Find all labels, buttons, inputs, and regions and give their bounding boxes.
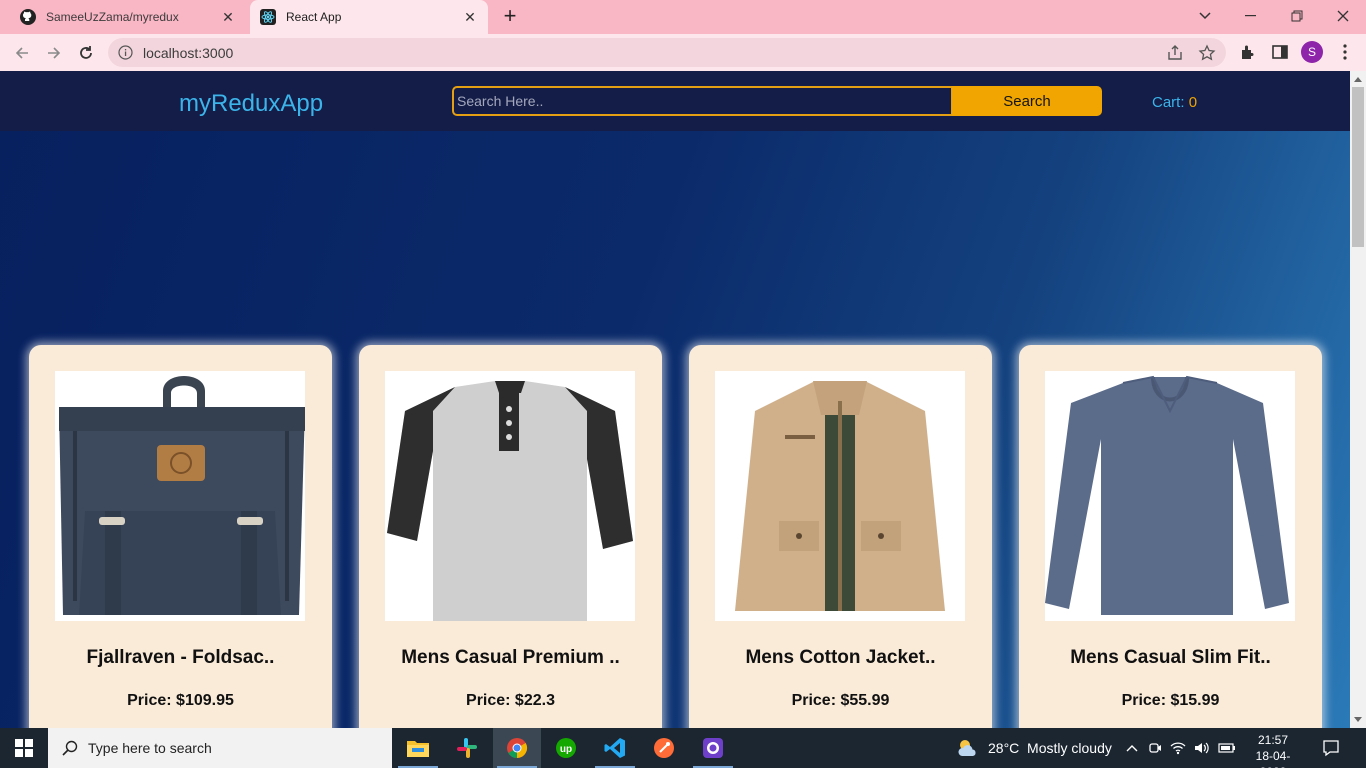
svg-text:up: up [560, 744, 572, 755]
slack-icon[interactable] [443, 728, 491, 768]
profile-avatar[interactable]: S [1301, 41, 1323, 63]
product-image-backpack[interactable] [55, 371, 305, 621]
tab-search-icon[interactable] [1192, 4, 1218, 28]
cart-count: 0 [1188, 94, 1198, 111]
github-desktop-icon[interactable] [689, 728, 737, 768]
postman-icon[interactable] [640, 728, 688, 768]
chrome-icon[interactable] [493, 728, 541, 768]
weather-widget[interactable]: 28°C Mostly cloudy [956, 728, 1112, 768]
github-icon [20, 9, 36, 25]
url-text: localhost:3000 [143, 45, 234, 61]
scroll-up-icon[interactable] [1354, 77, 1362, 82]
product-card[interactable]: Mens Casual Slim Fit.. Price: $15.99 [1019, 345, 1322, 728]
search-icon [62, 740, 78, 756]
app-navbar: myReduxApp Search Cart: 0 [0, 71, 1350, 131]
product-card[interactable]: Mens Cotton Jacket.. Price: $55.99 [689, 345, 992, 728]
site-info-icon[interactable] [118, 45, 133, 60]
side-panel-icon[interactable] [1271, 43, 1289, 61]
windows-taskbar: Type here to search up 28°C Mostly cloud… [0, 728, 1366, 768]
taskbar-search-placeholder: Type here to search [88, 740, 212, 756]
product-card[interactable]: Fjallraven - Foldsac.. Price: $109.95 [29, 345, 332, 728]
bookmark-star-icon[interactable] [1198, 44, 1216, 62]
tab-title: SameeUzZama/myredux [46, 10, 179, 24]
search-button[interactable]: Search [952, 86, 1102, 116]
product-price: Price: $109.95 [127, 692, 234, 709]
product-price: Price: $15.99 [1121, 692, 1220, 709]
close-tab-icon[interactable]: ✕ [220, 9, 236, 25]
clock-date: 18-04-2022 [1255, 749, 1291, 768]
tab-title: React App [286, 10, 342, 24]
product-title: Mens Cotton Jacket.. [745, 647, 936, 668]
meet-now-icon[interactable] [1148, 740, 1162, 756]
close-window-icon[interactable] [1330, 4, 1356, 28]
cart-link[interactable]: Cart: 0 [1152, 94, 1197, 111]
scroll-down-icon[interactable] [1354, 717, 1362, 722]
product-image-cotton-jacket[interactable] [715, 371, 965, 621]
clock-time: 21:57 [1257, 733, 1289, 747]
product-title: Mens Casual Premium .. [401, 647, 620, 668]
page-scrollbar[interactable] [1350, 71, 1366, 728]
page-viewport: myReduxApp Search Cart: 0 [0, 71, 1350, 728]
extensions-icon[interactable] [1239, 43, 1257, 61]
react-icon [260, 9, 276, 25]
share-icon[interactable] [1166, 44, 1184, 62]
show-hidden-icons-icon[interactable] [1126, 744, 1138, 752]
reload-icon[interactable] [74, 41, 98, 65]
browser-tab-react-app[interactable]: React App ✕ [250, 0, 488, 34]
product-card[interactable]: Mens Casual Premium .. Price: $22.3 [359, 345, 662, 728]
browser-toolbar: localhost:3000 S [0, 34, 1366, 71]
minimize-icon[interactable] [1238, 4, 1264, 28]
notifications-icon[interactable] [1322, 728, 1340, 768]
product-image-raglan-tshirt[interactable] [385, 371, 635, 621]
back-icon[interactable] [10, 41, 34, 65]
search-form: Search [452, 86, 1102, 116]
taskbar-clock[interactable]: 21:57 18-04-2022 [1248, 732, 1298, 768]
brand-logo[interactable]: myReduxApp [179, 90, 323, 118]
product-price: Price: $22.3 [466, 692, 555, 709]
wifi-icon[interactable] [1170, 741, 1186, 755]
weather-cloud-icon [956, 738, 980, 758]
tray-icons [1126, 728, 1236, 768]
search-input[interactable] [452, 86, 953, 116]
browser-tab-github[interactable]: SameeUzZama/myredux ✕ [8, 0, 246, 34]
browser-tab-strip: SameeUzZama/myredux ✕ React App ✕ + [0, 0, 1366, 34]
product-title: Fjallraven - Foldsac.. [86, 647, 275, 668]
address-bar[interactable]: localhost:3000 [108, 38, 1226, 67]
volume-icon[interactable] [1194, 741, 1210, 755]
weather-text: 28°C Mostly cloudy [988, 740, 1112, 756]
forward-icon[interactable] [42, 41, 66, 65]
vscode-icon[interactable] [591, 728, 639, 768]
cart-label: Cart: [1152, 94, 1185, 111]
product-title: Mens Casual Slim Fit.. [1070, 647, 1271, 668]
product-price: Price: $55.99 [791, 692, 890, 709]
taskbar-search-box[interactable]: Type here to search [48, 728, 392, 768]
upwork-icon[interactable]: up [542, 728, 590, 768]
windows-start-icon[interactable] [0, 728, 48, 768]
close-tab-icon[interactable]: ✕ [462, 9, 478, 25]
file-explorer-icon[interactable] [394, 728, 442, 768]
scrollbar-thumb[interactable] [1352, 87, 1364, 247]
browser-menu-icon[interactable] [1336, 43, 1354, 61]
restore-icon[interactable] [1284, 4, 1310, 28]
battery-icon[interactable] [1218, 742, 1236, 754]
product-image-longsleeve-tshirt[interactable] [1045, 371, 1295, 621]
new-tab-button[interactable]: + [498, 5, 522, 29]
